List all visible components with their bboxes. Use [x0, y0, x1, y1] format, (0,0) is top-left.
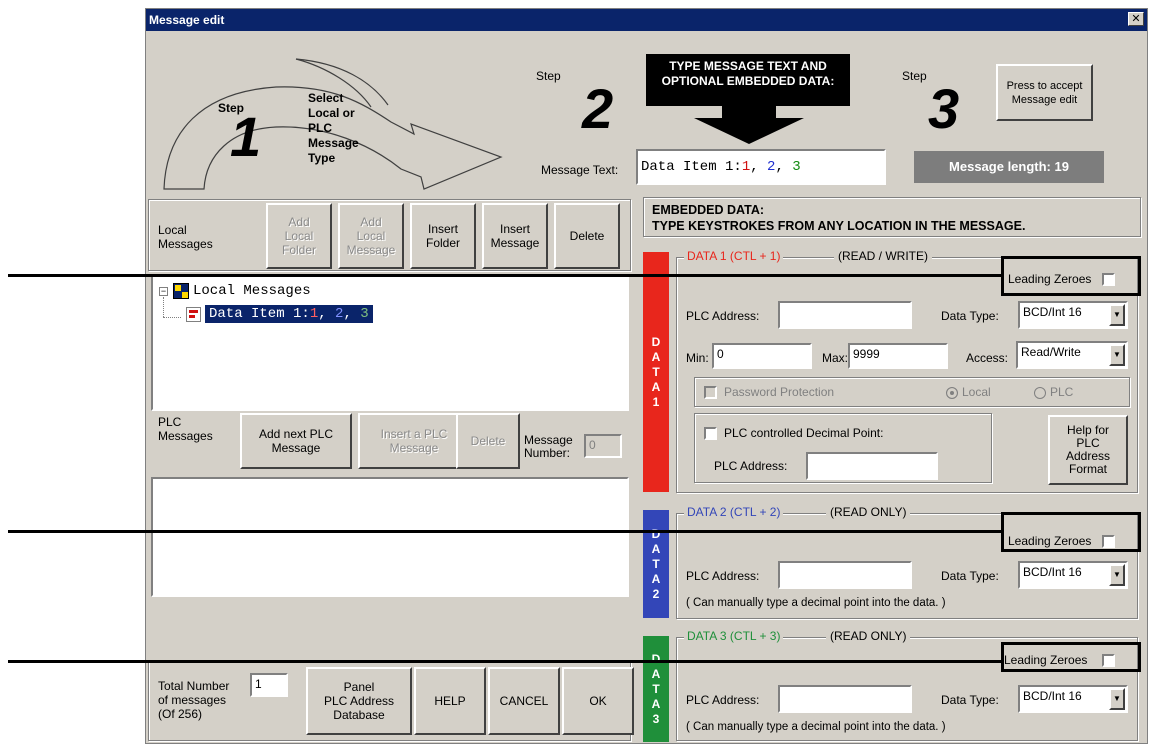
- tree-item-num3: 3: [360, 306, 369, 322]
- data2-title: DATA 2 (CTL + 2): [684, 505, 784, 519]
- step1-text: Select Local or PLC Message Type: [308, 91, 359, 165]
- data3-mode: (READ ONLY): [826, 629, 911, 643]
- message-icon: [186, 307, 201, 322]
- total-messages-label: Total Number of messages (Of 256): [158, 679, 230, 721]
- radio-plc[interactable]: [1034, 387, 1046, 399]
- data1-data-type-select[interactable]: BCD/Int 16 ▼: [1018, 301, 1128, 329]
- tree-item-data-item-1[interactable]: Data Item 1:1, 2, 3: [205, 305, 373, 323]
- plc-decimal-point-checkbox[interactable]: [704, 427, 717, 440]
- password-protection-label: Password Protection: [724, 385, 835, 399]
- data2-data-type-select[interactable]: BCD/Int 16 ▼: [1018, 561, 1128, 589]
- data1-plc-address-input[interactable]: [778, 301, 912, 329]
- close-button[interactable]: ✕: [1128, 12, 1144, 26]
- data3-plc-address-label: PLC Address:: [686, 693, 760, 707]
- tree-collapse-icon[interactable]: −: [159, 287, 168, 296]
- radio-plc-label: PLC: [1050, 385, 1074, 399]
- step2-label: Step: [536, 69, 561, 83]
- message-number-field[interactable]: 0: [584, 434, 622, 458]
- local-messages-label: Local Messages: [158, 223, 213, 251]
- cancel-button[interactable]: CANCEL: [488, 667, 560, 735]
- chevron-down-icon[interactable]: ▼: [1109, 304, 1125, 326]
- chevron-down-icon[interactable]: ▼: [1109, 688, 1125, 710]
- plc-messages-label: PLC Messages: [158, 415, 213, 443]
- add-local-folder-button[interactable]: Add Local Folder: [266, 203, 332, 269]
- data1-data-type-label: Data Type:: [941, 309, 999, 323]
- embedded-data-title: EMBEDDED DATA: TYPE KEYSTROKES FROM ANY …: [652, 203, 1026, 233]
- insert-message-button[interactable]: Insert Message: [482, 203, 548, 269]
- total-messages-field: 1: [250, 673, 288, 697]
- step3-number: 3: [928, 77, 960, 140]
- message-length-display: Message length: 19: [914, 151, 1104, 183]
- data3-tab[interactable]: D A T A 3: [643, 636, 669, 742]
- step3-label: Step: [902, 69, 927, 83]
- panel-plc-address-database-button[interactable]: Panel PLC Address Database: [306, 667, 412, 735]
- window-title: Message edit: [149, 13, 225, 27]
- message-text-prefix: Data Item 1:: [641, 159, 742, 175]
- callout-line-1: [8, 274, 1001, 277]
- add-local-message-button[interactable]: Add Local Message: [338, 203, 404, 269]
- data1-min-input[interactable]: 0: [712, 343, 812, 369]
- password-protection-checkbox[interactable]: [704, 386, 717, 399]
- data2-tab[interactable]: D A T A 2: [643, 510, 669, 618]
- data3-plc-address-input[interactable]: [778, 685, 912, 713]
- insert-plc-message-button[interactable]: Insert a PLC Message: [358, 413, 470, 469]
- data1-access-label: Access:: [966, 351, 1009, 365]
- plc-decimal-point-label: PLC controlled Decimal Point:: [724, 426, 884, 440]
- data2-manual-note: ( Can manually type a decimal point into…: [686, 597, 946, 609]
- data1-max-input[interactable]: 9999: [848, 343, 948, 369]
- message-edit-window: Message edit ✕ Step 1 Select Local or PL…: [145, 8, 1148, 744]
- data2-plc-address-label: PLC Address:: [686, 569, 760, 583]
- data1-title: DATA 1 (CTL + 1): [684, 249, 784, 263]
- chevron-down-icon[interactable]: ▼: [1109, 564, 1125, 586]
- data1-max-label: Max:: [822, 351, 849, 365]
- data2-mode: (READ ONLY): [826, 505, 911, 519]
- step2-number: 2: [582, 77, 614, 140]
- callout-line-2: [8, 530, 1001, 533]
- title-bar: Message edit ✕: [146, 9, 1147, 31]
- down-arrow-icon: [694, 104, 804, 144]
- add-next-plc-message-button[interactable]: Add next PLC Message: [240, 413, 352, 469]
- data1-mode: (READ / WRITE): [834, 249, 932, 263]
- delete-local-button[interactable]: Delete: [554, 203, 620, 269]
- message-text-num1: 1: [741, 159, 751, 175]
- radio-local-label: Local: [962, 385, 991, 399]
- data2-data-type-label: Data Type:: [941, 569, 999, 583]
- decimal-plc-address-label: PLC Address:: [714, 459, 788, 473]
- plc-messages-list[interactable]: [151, 477, 629, 597]
- data3-title: DATA 3 (CTL + 3): [684, 629, 784, 643]
- callout-line-3: [8, 660, 1001, 663]
- callout-box-2: [1001, 512, 1141, 552]
- chevron-down-icon[interactable]: ▼: [1109, 344, 1125, 366]
- local-messages-tree[interactable]: − Local Messages Data Item 1:1, 2, 3: [151, 275, 629, 411]
- accept-message-button[interactable]: Press to accept Message edit: [996, 64, 1093, 121]
- ok-button[interactable]: OK: [562, 667, 634, 735]
- radio-local[interactable]: [946, 387, 958, 399]
- data3-data-type-select[interactable]: BCD/Int 16 ▼: [1018, 685, 1128, 713]
- folder-icon: [173, 283, 189, 299]
- data1-access-select[interactable]: Read/Write ▼: [1016, 341, 1128, 369]
- tree-root-label[interactable]: Local Messages: [193, 283, 311, 299]
- help-button[interactable]: HELP: [414, 667, 486, 735]
- callout-box-3: [1001, 642, 1141, 672]
- message-number-label: Message Number:: [524, 433, 573, 460]
- data2-plc-address-input[interactable]: [778, 561, 912, 589]
- data3-data-type-label: Data Type:: [941, 693, 999, 707]
- tree-item-prefix: Data Item 1:: [209, 306, 310, 322]
- instruction-banner: TYPE MESSAGE TEXT AND OPTIONAL EMBEDDED …: [646, 54, 850, 106]
- message-text-input[interactable]: Data Item 1:1, 2, 3: [636, 149, 886, 185]
- callout-box-1: [1001, 256, 1141, 296]
- tree-item-num1: 1: [309, 306, 319, 322]
- data1-plc-address-label: PLC Address:: [686, 309, 760, 323]
- decimal-plc-address-input[interactable]: [806, 452, 938, 480]
- delete-plc-button[interactable]: Delete: [456, 413, 520, 469]
- insert-folder-button[interactable]: Insert Folder: [410, 203, 476, 269]
- data3-manual-note: ( Can manually type a decimal point into…: [686, 721, 946, 733]
- embedded-data-header: EMBEDDED DATA: TYPE KEYSTROKES FROM ANY …: [643, 197, 1141, 237]
- message-text-num3: 3: [792, 159, 801, 175]
- data1-tab[interactable]: D A T A 1: [643, 252, 669, 492]
- data1-min-label: Min:: [686, 351, 709, 365]
- help-plc-address-format-button[interactable]: Help for PLC Address Format: [1048, 415, 1128, 485]
- message-text-label: Message Text:: [541, 163, 619, 177]
- step1-number: 1: [230, 105, 262, 168]
